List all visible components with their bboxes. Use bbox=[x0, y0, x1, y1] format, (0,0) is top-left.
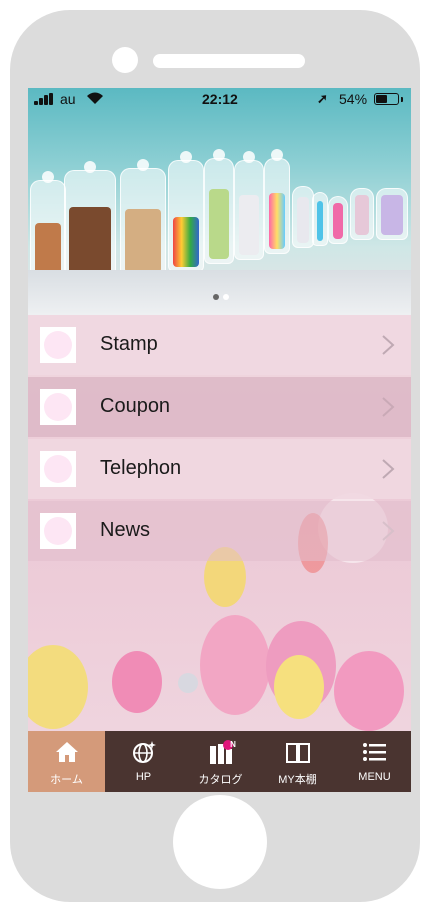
decor-bubble bbox=[274, 655, 324, 719]
candy-jar bbox=[120, 159, 166, 278]
tab-label: カタログ bbox=[198, 774, 243, 786]
tab-hp[interactable]: HP bbox=[105, 731, 182, 792]
battery-percent: 54% bbox=[339, 91, 368, 107]
decor-bubble bbox=[334, 651, 404, 731]
home-button[interactable] bbox=[173, 795, 267, 889]
chevron-right-icon bbox=[382, 459, 395, 479]
battery-icon bbox=[374, 93, 399, 105]
app-screen: au 22:12 ➚ 54% Stamp Coupon Telephon New… bbox=[28, 88, 411, 792]
candy-jar bbox=[376, 188, 408, 240]
candy-jar bbox=[350, 188, 374, 240]
decor-bubble bbox=[28, 645, 88, 729]
menu-item-label: Telephon bbox=[100, 457, 182, 479]
decor-bubble bbox=[178, 673, 198, 693]
tab-label: MENU bbox=[358, 771, 391, 783]
candy-jar bbox=[168, 151, 204, 272]
candy-jar bbox=[264, 149, 290, 254]
coupon-thumb-icon bbox=[40, 389, 76, 425]
candy-jar bbox=[292, 186, 314, 248]
decor-bubble bbox=[112, 651, 162, 713]
tab-bar: ホーム HP N カタログ MY本棚 MENU bbox=[28, 731, 411, 792]
menu-item-news[interactable]: News bbox=[28, 501, 411, 561]
decor-bubble bbox=[200, 615, 270, 715]
carousel-dot[interactable] bbox=[213, 294, 219, 300]
candy-jar bbox=[234, 151, 264, 260]
chevron-right-icon bbox=[382, 335, 395, 355]
tab-home[interactable]: ホーム bbox=[28, 731, 105, 792]
home-icon bbox=[55, 742, 78, 762]
tab-label: HP bbox=[135, 771, 152, 783]
catalog-badge: N bbox=[230, 740, 236, 749]
chevron-right-icon bbox=[382, 521, 395, 541]
news-thumb-icon bbox=[40, 513, 76, 549]
menu-item-coupon[interactable]: Coupon bbox=[28, 377, 411, 437]
hero-banner[interactable] bbox=[28, 88, 411, 315]
shelf bbox=[28, 270, 411, 315]
location-icon: ➚ bbox=[317, 91, 328, 106]
menu-item-telephon[interactable]: Telephon bbox=[28, 439, 411, 499]
candy-jar bbox=[312, 192, 328, 246]
list-icon bbox=[362, 743, 386, 761]
status-bar: au 22:12 ➚ 54% bbox=[28, 88, 411, 110]
candy-jar bbox=[204, 149, 234, 264]
signal-icon bbox=[34, 93, 56, 105]
stamp-thumb-icon bbox=[40, 327, 76, 363]
clock: 22:12 bbox=[202, 91, 238, 107]
carousel-dots[interactable] bbox=[211, 294, 231, 302]
telephone-thumb-icon bbox=[40, 451, 76, 487]
tab-menu[interactable]: MENU bbox=[336, 731, 411, 792]
carousel-dot[interactable] bbox=[223, 294, 229, 300]
menu-item-label: Stamp bbox=[100, 333, 158, 355]
wifi-icon bbox=[87, 92, 103, 104]
tab-label: ホーム bbox=[50, 774, 83, 786]
menu-item-label: News bbox=[100, 519, 151, 541]
tab-label: MY本棚 bbox=[278, 774, 317, 786]
candy-jar bbox=[328, 196, 348, 244]
speaker bbox=[153, 54, 305, 68]
chevron-right-icon bbox=[382, 397, 395, 417]
tab-my-bookshelf[interactable]: MY本棚 bbox=[259, 731, 336, 792]
globe-icon bbox=[132, 741, 156, 763]
carrier-name: au bbox=[60, 91, 76, 107]
tab-catalog[interactable]: N カタログ bbox=[182, 731, 259, 792]
phone-frame: au 22:12 ➚ 54% Stamp Coupon Telephon New… bbox=[10, 10, 420, 902]
menu-item-label: Coupon bbox=[100, 395, 171, 417]
menu-item-stamp[interactable]: Stamp bbox=[28, 315, 411, 375]
book-icon bbox=[285, 743, 310, 763]
camera bbox=[112, 47, 138, 73]
battery-tip bbox=[401, 97, 403, 102]
